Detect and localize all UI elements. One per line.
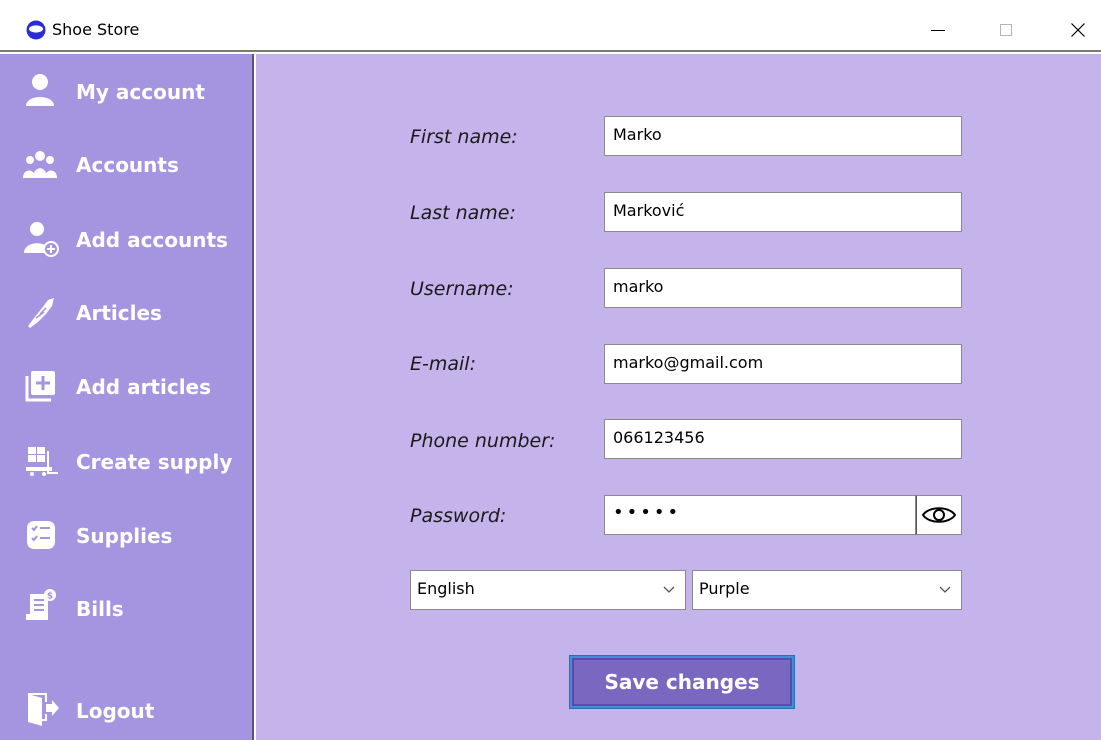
sidebar-item-my-account[interactable]: My account — [0, 64, 252, 124]
theme-color-select[interactable]: Purple — [692, 570, 962, 610]
chevron-down-icon — [939, 586, 951, 593]
minimize-icon — [931, 30, 945, 31]
show-password-button[interactable] — [916, 495, 962, 535]
sidebar-item-label: Accounts — [76, 153, 179, 177]
supply-cart-icon — [26, 447, 58, 476]
maximize-icon — [1000, 24, 1012, 36]
sidebar-item-articles[interactable]: Articles — [0, 282, 252, 342]
theme-color-select-value: Purple — [699, 579, 750, 598]
sidebar-item-add-accounts[interactable]: Add accounts — [0, 209, 252, 269]
sidebar-nav: My account Accounts Add accounts Article… — [0, 54, 254, 740]
minimize-button[interactable] — [915, 14, 961, 46]
window-title: Shoe Store — [52, 20, 140, 39]
svg-text:$: $ — [47, 592, 53, 602]
user-icon — [26, 74, 54, 106]
first-name-label: First name: — [410, 126, 518, 148]
phone-number-label: Phone number: — [410, 430, 556, 452]
account-form-panel — [256, 54, 1101, 740]
title-bar: Shoe Store — [0, 0, 1101, 52]
close-icon — [1071, 23, 1085, 37]
sidebar-item-label: Add accounts — [76, 228, 228, 252]
password-input[interactable]: ••••• — [604, 495, 916, 535]
email-label: E-mail: — [410, 353, 476, 375]
email-input[interactable]: marko@gmail.com — [604, 344, 962, 384]
sidebar-item-label: Supplies — [76, 524, 173, 548]
sidebar-item-label: My account — [76, 80, 205, 104]
language-select[interactable]: English — [410, 570, 686, 610]
bill-icon: $ — [26, 589, 56, 620]
users-group-icon — [23, 151, 57, 178]
sidebar-item-label: Bills — [76, 597, 124, 621]
first-name-input[interactable]: Marko — [604, 116, 962, 156]
sidebar-item-supplies[interactable]: Supplies — [0, 505, 252, 565]
app-window: Shoe Store My account Accounts Add accou… — [0, 0, 1101, 740]
sidebar-item-label: Logout — [76, 699, 155, 723]
save-changes-button[interactable]: Save changes — [569, 655, 795, 709]
phone-number-input[interactable]: 066123456 — [604, 419, 962, 459]
add-user-icon — [24, 222, 59, 257]
sidebar-item-label: Articles — [76, 301, 162, 325]
password-label: Password: — [410, 505, 507, 527]
app-logo-icon — [26, 20, 46, 40]
checklist-icon — [27, 521, 55, 549]
sidebar-item-label: Add articles — [76, 375, 212, 399]
last-name-label: Last name: — [410, 202, 516, 224]
eye-icon — [921, 507, 957, 523]
maximize-button[interactable] — [983, 14, 1029, 46]
add-box-icon — [25, 371, 55, 402]
username-input[interactable]: marko — [604, 268, 962, 308]
sidebar-item-accounts[interactable]: Accounts — [0, 136, 252, 196]
sidebar-item-label: Create supply — [76, 450, 233, 474]
sidebar-item-create-supply[interactable]: Create supply — [0, 431, 252, 491]
username-label: Username: — [410, 278, 514, 300]
last-name-input[interactable]: Marković — [604, 192, 962, 232]
chevron-down-icon — [663, 586, 675, 593]
sidebar-item-logout[interactable]: Logout — [0, 680, 252, 740]
sidebar-item-bills[interactable]: $ Bills — [0, 578, 252, 638]
logout-icon — [28, 693, 59, 726]
language-select-value: English — [417, 579, 475, 598]
shoe-icon — [28, 298, 54, 328]
close-button[interactable] — [1055, 14, 1101, 46]
sidebar-item-add-articles[interactable]: Add articles — [0, 356, 252, 416]
